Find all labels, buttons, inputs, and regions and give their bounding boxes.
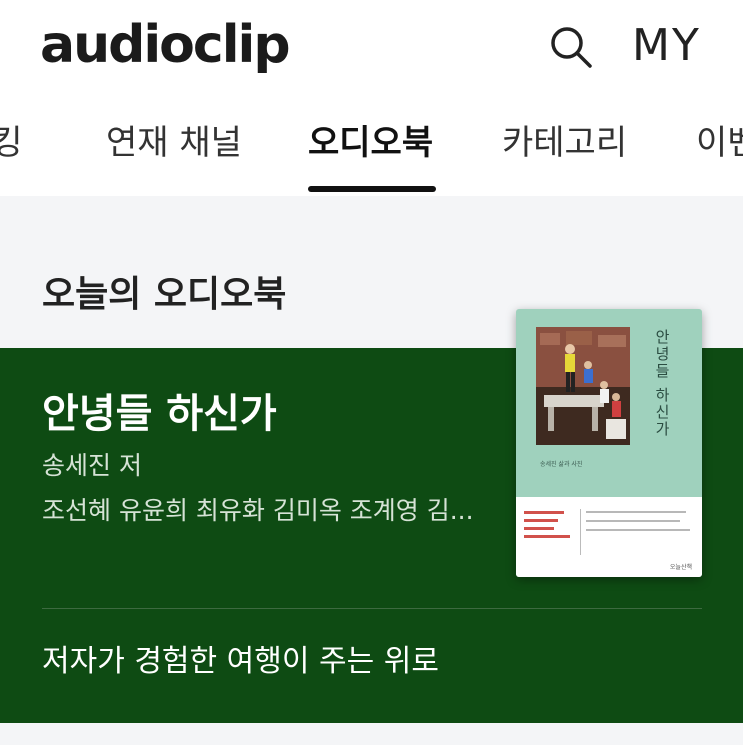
audioclip-logo[interactable]: audioclip [40,10,291,80]
book-author: 송세진 저 [42,451,142,480]
tab-audiobook[interactable]: 오디오북 [308,120,433,166]
category-tabs: 랭킹 연재 채널 오디오북 카테고리 이벤트 [0,98,743,196]
book-narrators: 조선혜 유윤희 최유화 김미옥 조계영 김... [42,496,474,525]
app-header: audioclip MY [0,0,743,95]
cover-publisher: 오늘산책 [669,564,692,571]
cover-author: 송세진 삶과 사진 [540,461,583,468]
cover-blurb-grey [586,511,694,538]
section-title: 오늘의 오디오북 [42,274,287,315]
cover-title: 안녕들 하신가 [653,329,671,438]
tab-category[interactable]: 카테고리 [502,120,627,166]
tab-ranking[interactable]: 랭킹 [0,120,23,166]
cover-blurb-red [524,511,578,543]
tab-series-channel[interactable]: 연재 채널 [106,120,242,166]
tab-event[interactable]: 이벤트 [696,120,743,166]
book-description: 저자가 경험한 여행이 주는 위로 [42,644,439,679]
cover-bottom-panel: 오늘산책 [516,497,702,577]
cover-divider [580,509,581,555]
book-title: 안녕들 하신가 [42,391,277,437]
active-tab-indicator [308,186,436,192]
card-divider [42,608,702,609]
cover-photo [536,327,630,445]
book-cover[interactable]: 안녕들 하신가 송세진 삶과 사진 오늘산책 [516,309,702,577]
my-page-button[interactable]: MY [632,18,701,74]
search-icon[interactable] [548,24,594,70]
